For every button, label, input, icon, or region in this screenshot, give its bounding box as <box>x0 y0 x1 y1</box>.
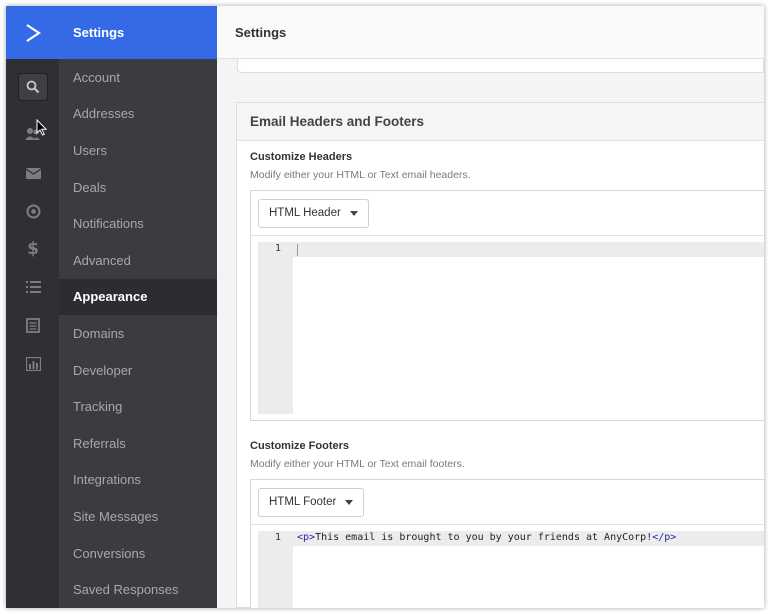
nav-item-notifications[interactable]: Notifications <box>59 205 217 242</box>
chevron-down-icon <box>349 210 358 216</box>
nav-title: Settings <box>59 6 217 59</box>
header-editor-toolbar: HTML Header <box>251 191 764 236</box>
list-icon[interactable] <box>18 273 48 301</box>
nav-item-addresses[interactable]: Addresses <box>59 96 217 133</box>
header-editor: HTML Header 1 <box>250 190 764 421</box>
footer-editor: HTML Footer 1 <p>This email is brought t… <box>250 479 764 608</box>
line-number: 1 <box>274 532 281 543</box>
active-line-highlight <box>293 242 764 257</box>
bar-chart-icon[interactable] <box>18 350 48 378</box>
nav-item-advanced[interactable]: Advanced <box>59 242 217 279</box>
code-close-tag: </p> <box>652 532 677 543</box>
mail-icon[interactable] <box>18 159 48 187</box>
nav-item-integrations[interactable]: Integrations <box>59 462 217 499</box>
nav-list: Account Addresses Users Deals Notificati… <box>59 59 217 608</box>
nav-item-referrals[interactable]: Referrals <box>59 425 217 462</box>
footer-format-value: HTML Footer <box>269 496 337 508</box>
settings-nav: Settings Account Addresses Users Deals N… <box>59 6 217 608</box>
footer-code-line: <p>This email is brought to you by your … <box>297 532 676 543</box>
dollar-icon[interactable]: $ <box>18 235 48 263</box>
nav-item-tracking[interactable]: Tracking <box>59 388 217 425</box>
headers-section-description: Modify either your HTML or Text email he… <box>250 169 471 181</box>
document-icon[interactable] <box>18 311 48 339</box>
chevron-down-icon <box>345 499 354 505</box>
nav-item-developer[interactable]: Developer <box>59 352 217 389</box>
header-code-editor[interactable]: 1 <box>258 242 764 414</box>
headers-section-title: Customize Headers <box>250 151 353 163</box>
header-format-value: HTML Header <box>269 207 341 219</box>
panel-title: Email Headers and Footers <box>237 103 764 141</box>
logo-chevron-icon <box>25 23 41 42</box>
footer-format-dropdown[interactable]: HTML Footer <box>258 487 365 517</box>
nav-item-appearance[interactable]: Appearance <box>59 278 217 316</box>
code-text: This email is brought to you by your fri… <box>315 532 653 543</box>
header-format-dropdown[interactable]: HTML Header <box>258 198 369 228</box>
email-headers-footers-panel: Email Headers and Footers Customize Head… <box>236 102 764 608</box>
line-number: 1 <box>274 243 281 254</box>
footers-section-description: Modify either your HTML or Text email fo… <box>250 458 465 470</box>
mouse-cursor-icon <box>36 119 47 136</box>
main-content: Settings Email Headers and Footers Custo… <box>217 6 764 608</box>
nav-item-conversions[interactable]: Conversions <box>59 535 217 572</box>
nav-item-account[interactable]: Account <box>59 59 217 96</box>
text-cursor <box>297 244 298 256</box>
icon-rail: $ <box>6 6 59 608</box>
footer-editor-toolbar: HTML Footer <box>251 480 764 525</box>
nav-item-saved-responses[interactable]: Saved Responses <box>59 571 217 608</box>
target-icon[interactable] <box>18 197 48 225</box>
logo[interactable] <box>6 6 59 59</box>
line-gutter: 1 <box>258 242 293 414</box>
search-icon[interactable] <box>18 73 48 101</box>
previous-card-edge <box>237 59 764 73</box>
nav-item-site-messages[interactable]: Site Messages <box>59 498 217 535</box>
code-open-tag: <p> <box>297 532 316 543</box>
footers-section-title: Customize Footers <box>250 440 350 452</box>
nav-item-domains[interactable]: Domains <box>59 315 217 352</box>
page-title: Settings <box>217 6 764 59</box>
nav-item-users[interactable]: Users <box>59 132 217 169</box>
app-window: $ Settings Account Addresses Users Deals… <box>6 6 764 608</box>
nav-item-deals[interactable]: Deals <box>59 169 217 206</box>
line-gutter: 1 <box>258 531 293 608</box>
footer-code-editor[interactable]: 1 <p>This email is brought to you by you… <box>258 531 764 608</box>
